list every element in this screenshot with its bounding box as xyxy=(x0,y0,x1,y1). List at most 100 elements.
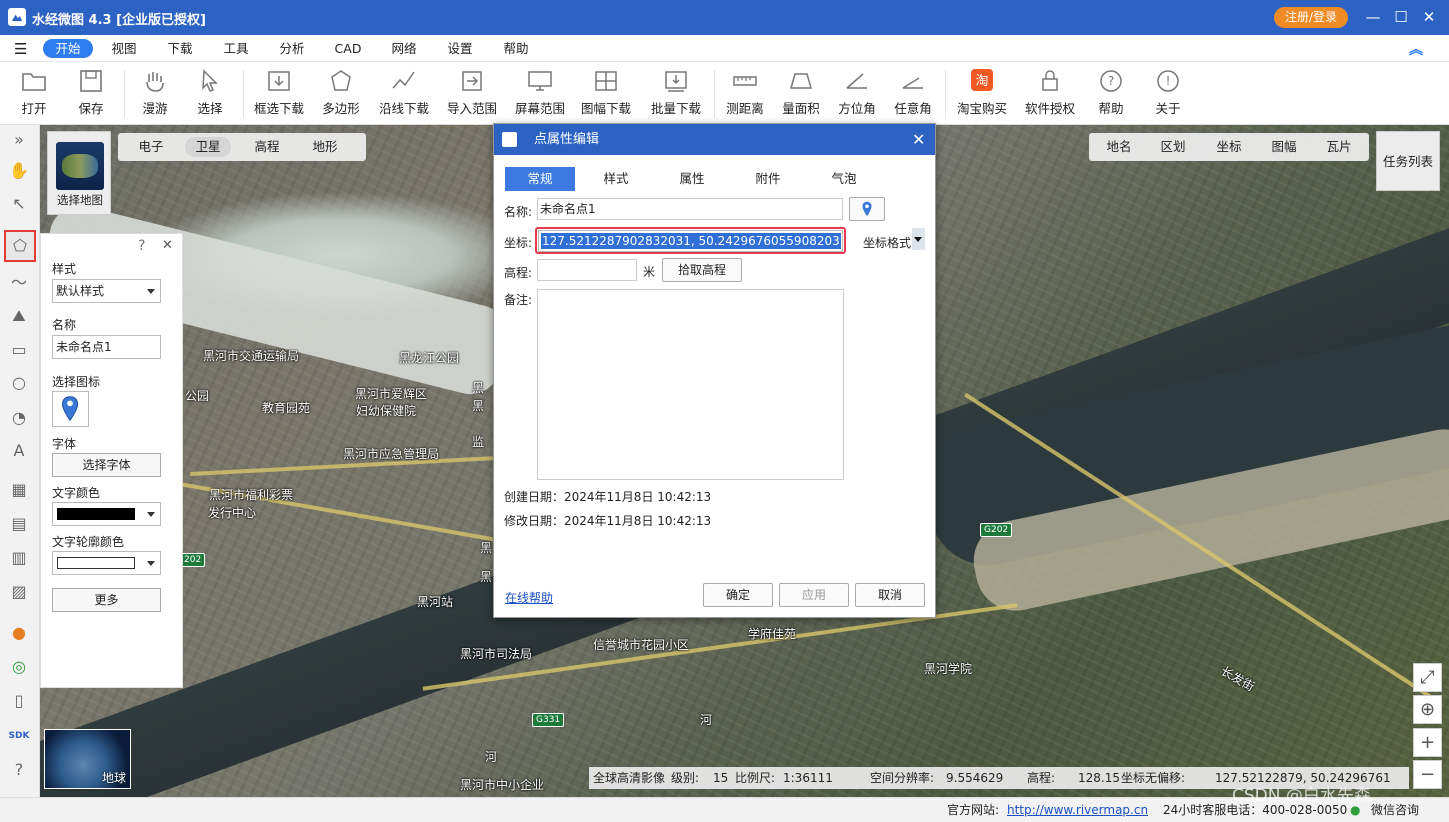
close-icon[interactable]: ✕ xyxy=(912,124,925,155)
icon-picker-button[interactable] xyxy=(849,197,885,221)
help-button[interactable]: ? 帮助 xyxy=(1092,66,1130,122)
select-font-button[interactable]: 选择字体 xyxy=(52,453,161,477)
coordinate-input[interactable]: 127.5212287902832031, 50.242967605590820… xyxy=(538,230,843,252)
tab-terrain[interactable]: 地形 xyxy=(302,137,348,157)
tab-general[interactable]: 常规 xyxy=(505,167,575,191)
note-textarea[interactable] xyxy=(537,289,844,480)
open-button[interactable]: 打开 xyxy=(14,66,54,122)
dropdown-arrow-icon[interactable] xyxy=(912,228,925,250)
cancel-button[interactable]: 取消 xyxy=(855,583,925,607)
measure-distance-button[interactable]: 测距离 xyxy=(724,66,766,122)
zoom-out-button[interactable]: − xyxy=(1413,760,1442,789)
help-icon[interactable]: ? xyxy=(138,238,145,254)
menu-analysis[interactable]: 分析 xyxy=(278,39,306,58)
polygon-tool-icon[interactable]: ⛰ xyxy=(6,303,32,329)
sector-tool-icon[interactable]: ◔ xyxy=(6,405,32,431)
globe-view-button[interactable]: 地球 xyxy=(44,729,131,789)
fullscreen-icon[interactable]: ⤢ xyxy=(1413,663,1442,692)
tab-sheet[interactable]: 图幅 xyxy=(1261,137,1307,157)
apply-button[interactable]: 应用 xyxy=(779,583,849,607)
weather-icon[interactable]: ● xyxy=(6,620,32,646)
tab-coordinate[interactable]: 坐标 xyxy=(1206,137,1252,157)
zoom-in-button[interactable]: + xyxy=(1413,728,1442,757)
wechat-consult[interactable]: 微信咨询 xyxy=(1371,798,1419,822)
close-icon[interactable]: ✕ xyxy=(1417,6,1441,28)
screen-range-button[interactable]: 屏幕范围 xyxy=(513,66,567,122)
tab-electronic[interactable]: 电子 xyxy=(128,137,174,157)
coordinate-format-menu[interactable]: 坐标格式 xyxy=(863,234,911,251)
hamburger-menu-icon[interactable]: ☰ xyxy=(14,40,30,58)
select-map-button[interactable]: 选择地图 xyxy=(47,131,111,215)
circle-tool-icon[interactable]: ○ xyxy=(6,370,32,396)
tab-attributes[interactable]: 属性 xyxy=(657,167,727,191)
roam-button[interactable]: 漫游 xyxy=(136,66,174,122)
import-range-button[interactable]: 导入范围 xyxy=(445,66,499,122)
tab-placename[interactable]: 地名 xyxy=(1096,137,1142,157)
mobile-icon[interactable]: ▯ xyxy=(6,688,32,714)
license-button[interactable]: 软件授权 xyxy=(1023,66,1077,122)
online-help-link[interactable]: 在线帮助 xyxy=(505,589,553,606)
tab-style[interactable]: 样式 xyxy=(581,167,651,191)
locate-icon[interactable]: ⊕ xyxy=(1413,695,1442,724)
expand-icon[interactable]: » xyxy=(6,127,32,153)
taobao-buy-button[interactable]: 淘淘宝购买 xyxy=(955,66,1009,122)
name-input[interactable]: 未命名点1 xyxy=(537,198,843,220)
measure-area-button[interactable]: 量面积 xyxy=(780,66,822,122)
azimuth-tool-icon[interactable]: ▥ xyxy=(6,545,32,571)
measure-tool-icon[interactable]: ▦ xyxy=(6,477,32,503)
tab-bubble[interactable]: 气泡 xyxy=(809,167,879,191)
select-button[interactable]: 选择 xyxy=(191,66,229,122)
dropdown-arrow-icon xyxy=(147,561,155,566)
area-tool-icon[interactable]: ▤ xyxy=(6,511,32,537)
name-input[interactable]: 未命名点1 xyxy=(52,335,161,359)
box-download-button[interactable]: 框选下载 xyxy=(252,66,306,122)
help-icon[interactable]: ? xyxy=(6,757,32,783)
minimize-icon[interactable]: — xyxy=(1361,6,1385,28)
any-angle-button[interactable]: 任意角 xyxy=(892,66,934,122)
icon-picker[interactable] xyxy=(52,391,89,427)
tab-attachments[interactable]: 附件 xyxy=(733,167,803,191)
style-select[interactable]: 默认样式 xyxy=(52,279,161,303)
azimuth-button[interactable]: 方位角 xyxy=(836,66,878,122)
pan-hand-icon[interactable]: ✋ xyxy=(6,158,32,184)
tab-division[interactable]: 区划 xyxy=(1150,137,1196,157)
ok-button[interactable]: 确定 xyxy=(703,583,773,607)
point-marker-tool-icon[interactable]: ⬠ xyxy=(4,230,36,262)
line-tool-icon[interactable]: 〜 xyxy=(6,270,32,296)
elevation-input[interactable] xyxy=(537,259,637,281)
more-button[interactable]: 更多 xyxy=(52,588,161,612)
menu-start[interactable]: 开始 xyxy=(43,39,93,58)
tab-satellite[interactable]: 卫星 xyxy=(185,137,231,157)
menu-view[interactable]: 视图 xyxy=(110,39,138,58)
link-icon[interactable]: ◎ xyxy=(6,654,32,680)
close-icon[interactable]: ✕ xyxy=(162,238,173,253)
menu-cad[interactable]: CAD xyxy=(333,39,363,58)
outline-color-select[interactable] xyxy=(52,551,161,575)
text-color-select[interactable] xyxy=(52,502,161,526)
line-download-button[interactable]: 沿线下载 xyxy=(377,66,431,122)
text-tool-icon[interactable]: A xyxy=(6,438,32,464)
website-link[interactable]: http://www.rivermap.cn xyxy=(1007,798,1148,822)
about-button[interactable]: ! 关于 xyxy=(1149,66,1187,122)
polygon-button[interactable]: 多边形 xyxy=(320,66,362,122)
register-login-button[interactable]: 注册/登录 xyxy=(1274,7,1348,28)
menu-download[interactable]: 下载 xyxy=(166,39,194,58)
collapse-ribbon-icon[interactable]: ︽ xyxy=(1409,39,1423,59)
batch-download-button[interactable]: 批量下载 xyxy=(649,66,703,122)
angle-tool-icon[interactable]: ▨ xyxy=(6,579,32,605)
maximize-icon[interactable]: ☐ xyxy=(1389,6,1413,28)
tab-elevation[interactable]: 高程 xyxy=(244,137,290,157)
menu-tools[interactable]: 工具 xyxy=(222,39,250,58)
area-icon xyxy=(787,68,815,94)
tab-tile[interactable]: 瓦片 xyxy=(1316,137,1362,157)
save-button[interactable]: 保存 xyxy=(72,66,110,122)
sheet-download-button[interactable]: 图幅下载 xyxy=(579,66,633,122)
menu-network[interactable]: 网络 xyxy=(390,39,418,58)
task-list-button[interactable]: 任务列表 xyxy=(1376,131,1440,191)
sdk-icon[interactable]: SDK xyxy=(6,723,32,749)
menu-settings[interactable]: 设置 xyxy=(446,39,474,58)
pick-elevation-button[interactable]: 拾取高程 xyxy=(662,258,742,282)
pointer-icon[interactable]: ↖ xyxy=(6,191,32,217)
menu-help[interactable]: 帮助 xyxy=(502,39,530,58)
rectangle-tool-icon[interactable]: ▭ xyxy=(6,337,32,363)
